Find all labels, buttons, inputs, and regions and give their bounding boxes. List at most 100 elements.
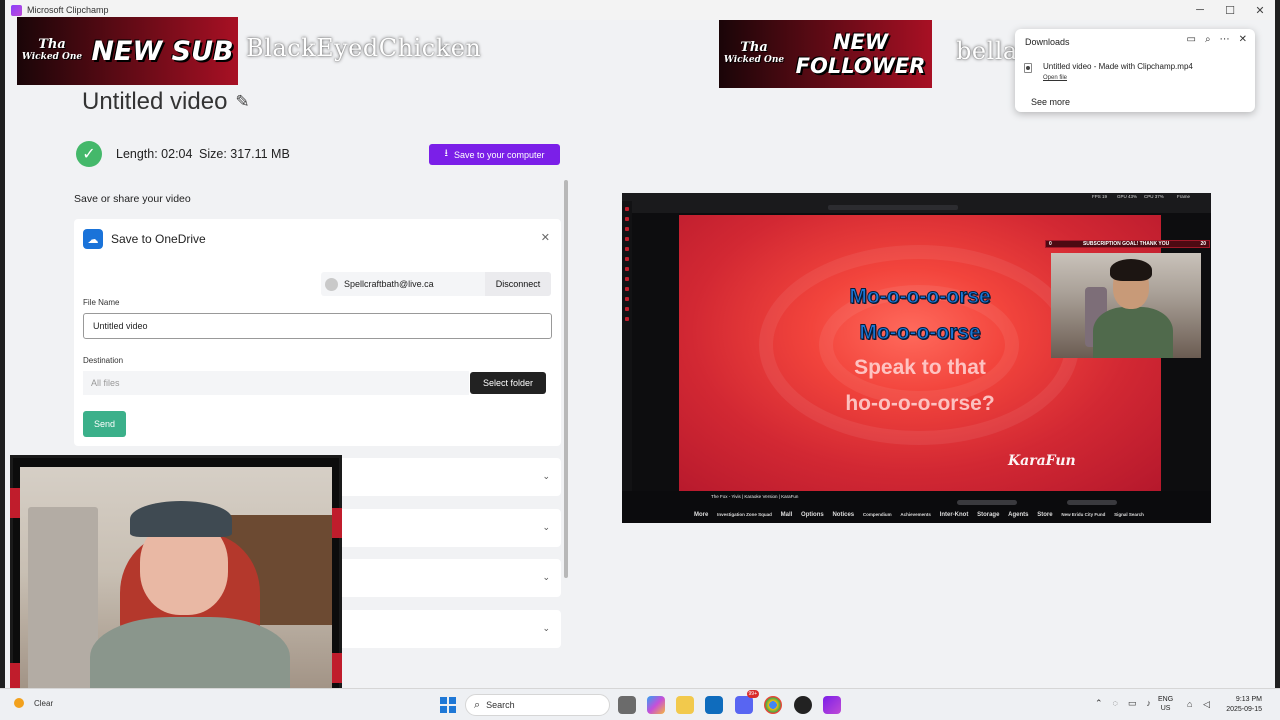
lang-bottom: US (1160, 705, 1171, 712)
onedrive-cloud-icon: ☁ (83, 229, 103, 249)
onedrive-card: ☁ Save to OneDrive ✕ Spellcraftbath@live… (74, 219, 561, 446)
clock[interactable]: 9:13 PM 2025-09-15 (1222, 695, 1262, 715)
weather-icon (14, 698, 24, 708)
video-size: Size: 317.11 MB (199, 147, 290, 161)
preview-stat: FPS 19 (1092, 194, 1108, 199)
file-icon (1024, 63, 1032, 73)
chevron-down-icon: ⌄ (542, 471, 550, 481)
account-email: Spellcraftbath@live.ca (344, 279, 434, 289)
save-to-computer-button[interactable]: ⭳ Save to your computer (429, 144, 560, 165)
preview-game-nav: More Investigation Zone Squad Mall Optio… (694, 512, 1144, 518)
chevron-up-icon[interactable]: ⌃ (1095, 698, 1103, 709)
nav-item: Investigation Zone Squad (717, 512, 772, 517)
save-to-computer-label: Save to your computer (453, 149, 545, 160)
file-explorer-icon[interactable] (676, 696, 694, 714)
network-icon[interactable]: ◌ (1113, 698, 1118, 709)
video-title-text: Untitled video (82, 88, 228, 115)
disconnect-button[interactable]: Disconnect (485, 272, 551, 296)
weather-widget[interactable]: Clear (14, 698, 53, 708)
video-preview[interactable]: FPS 19 GPU 43% CPU 37% Frame Mo-o-o-o-or… (622, 193, 1211, 523)
scrollbar[interactable] (564, 180, 568, 578)
account-chip: Spellcraftbath@live.ca Disconnect (321, 272, 551, 296)
speaker-icon[interactable]: ◁ (1203, 699, 1210, 710)
close-icon[interactable]: ✕ (541, 231, 550, 244)
video-length: Length: 02:04 (116, 147, 193, 161)
windows-start-icon[interactable] (440, 697, 456, 713)
new-sub-text: NEW SUB (91, 35, 234, 67)
sub-goal-label: SUBSCRIPTION GOAL! THANK YOU (1082, 241, 1170, 247)
preview-sidebar (622, 201, 632, 491)
minimize-button[interactable]: ─ (1185, 0, 1215, 20)
preview-stat: GPU 43% (1117, 194, 1138, 199)
chevron-down-icon: ⌄ (542, 572, 550, 582)
nav-item: Options (801, 512, 824, 518)
open-file-link[interactable]: Open file (1043, 75, 1067, 81)
nav-item: New Eridu City Fund (1061, 512, 1106, 517)
close-icon[interactable]: ✕ (1239, 34, 1247, 45)
nav-item: Agents (1008, 512, 1029, 518)
preview-stat: Frame (1177, 194, 1191, 199)
folder-icon[interactable]: ▭ (1187, 34, 1196, 45)
select-folder-button[interactable]: Select folder (470, 372, 546, 394)
chrome-icon[interactable] (764, 696, 782, 714)
search-icon[interactable]: ⌕ (1205, 34, 1211, 45)
sub-goal-count: 0 (1049, 241, 1052, 247)
video-title[interactable]: Untitled video ✎ (82, 88, 250, 116)
karafun-logo: KaraFun (1008, 453, 1076, 469)
microphone-icon[interactable]: ♪ (1146, 698, 1151, 709)
file-name-field[interactable]: Untitled video (83, 313, 552, 339)
wicked-one-logo: Tha Wicked One (17, 17, 87, 85)
lang-top: ENG (1158, 696, 1174, 703)
clipchamp-taskbar-icon[interactable] (823, 696, 841, 714)
obs-icon[interactable] (794, 696, 812, 714)
see-more-link[interactable]: See more (1031, 97, 1070, 107)
taskbar-search[interactable]: ⌕ Search (465, 694, 610, 716)
nav-item: Achievements (900, 512, 931, 517)
new-sub-banner: Tha Wicked One NEW SUB (17, 17, 238, 85)
subscriber-name: BlackEyedChicken (246, 34, 482, 62)
language-indicator[interactable]: ENG US (1158, 695, 1173, 713)
download-filename[interactable]: Untitled video - Made with Clipchamp.mp4 (1043, 62, 1193, 71)
weather-text: Clear (34, 698, 54, 708)
nav-item: Mall (780, 512, 793, 518)
outlook-icon[interactable] (705, 696, 723, 714)
discord-icon[interactable]: 99+ (735, 690, 759, 714)
clipchamp-app-icon (11, 4, 22, 16)
lyric-line: ho-o-o-o-orse? (845, 392, 995, 415)
display-icon[interactable]: ▭ (1128, 698, 1137, 709)
search-placeholder: Search (486, 700, 515, 710)
preview-bottom-bar: The Fox - Yivis | Karaoke Version | Kara… (622, 491, 1211, 523)
window-title: Microsoft Clipchamp (27, 5, 109, 15)
wifi-icon[interactable]: ⌂ (1187, 699, 1192, 709)
destination-field[interactable]: All files (83, 371, 469, 395)
nav-item: Compendium (862, 512, 892, 517)
nav-item: Signal Search (1114, 512, 1144, 517)
pencil-icon[interactable]: ✎ (235, 92, 249, 112)
save-share-heading: Save or share your video (74, 193, 191, 205)
wicked-one-logo: Tha Wicked One (719, 20, 789, 88)
lyric-line: Speak to that (854, 356, 986, 379)
preview-video-title: The Fox - Yivis | Karaoke Version | Kara… (711, 494, 799, 499)
preview-browser-bar: FPS 19 GPU 43% CPU 37% Frame (622, 193, 1211, 213)
nav-item: Store (1037, 512, 1053, 518)
task-view-icon[interactable] (618, 696, 636, 714)
destination-label: Destination (83, 356, 124, 365)
facecam-video (20, 467, 332, 701)
preview-url-bar (828, 205, 958, 210)
chevron-down-icon: ⌄ (542, 522, 550, 532)
maximize-button[interactable]: ☐ (1215, 0, 1245, 20)
new-follower-text: NEW FOLLOWER (795, 30, 926, 78)
more-options-icon[interactable]: ⋯ (1220, 34, 1230, 45)
facecam-overlay (10, 455, 342, 706)
close-window-button[interactable]: ✕ (1245, 0, 1275, 20)
sub-goal-target: 20 (1200, 241, 1206, 247)
file-name-label: File Name (83, 298, 120, 307)
send-button[interactable]: Send (83, 411, 126, 437)
clock-time: 9:13 PM (1235, 696, 1262, 703)
avatar (325, 277, 338, 291)
nav-item: More (694, 512, 709, 518)
new-follower-banner: Tha Wicked One NEW FOLLOWER (719, 20, 932, 88)
copilot-icon[interactable] (647, 696, 665, 714)
logo-line: Tha (38, 37, 66, 52)
nav-item: Storage (977, 512, 1000, 518)
